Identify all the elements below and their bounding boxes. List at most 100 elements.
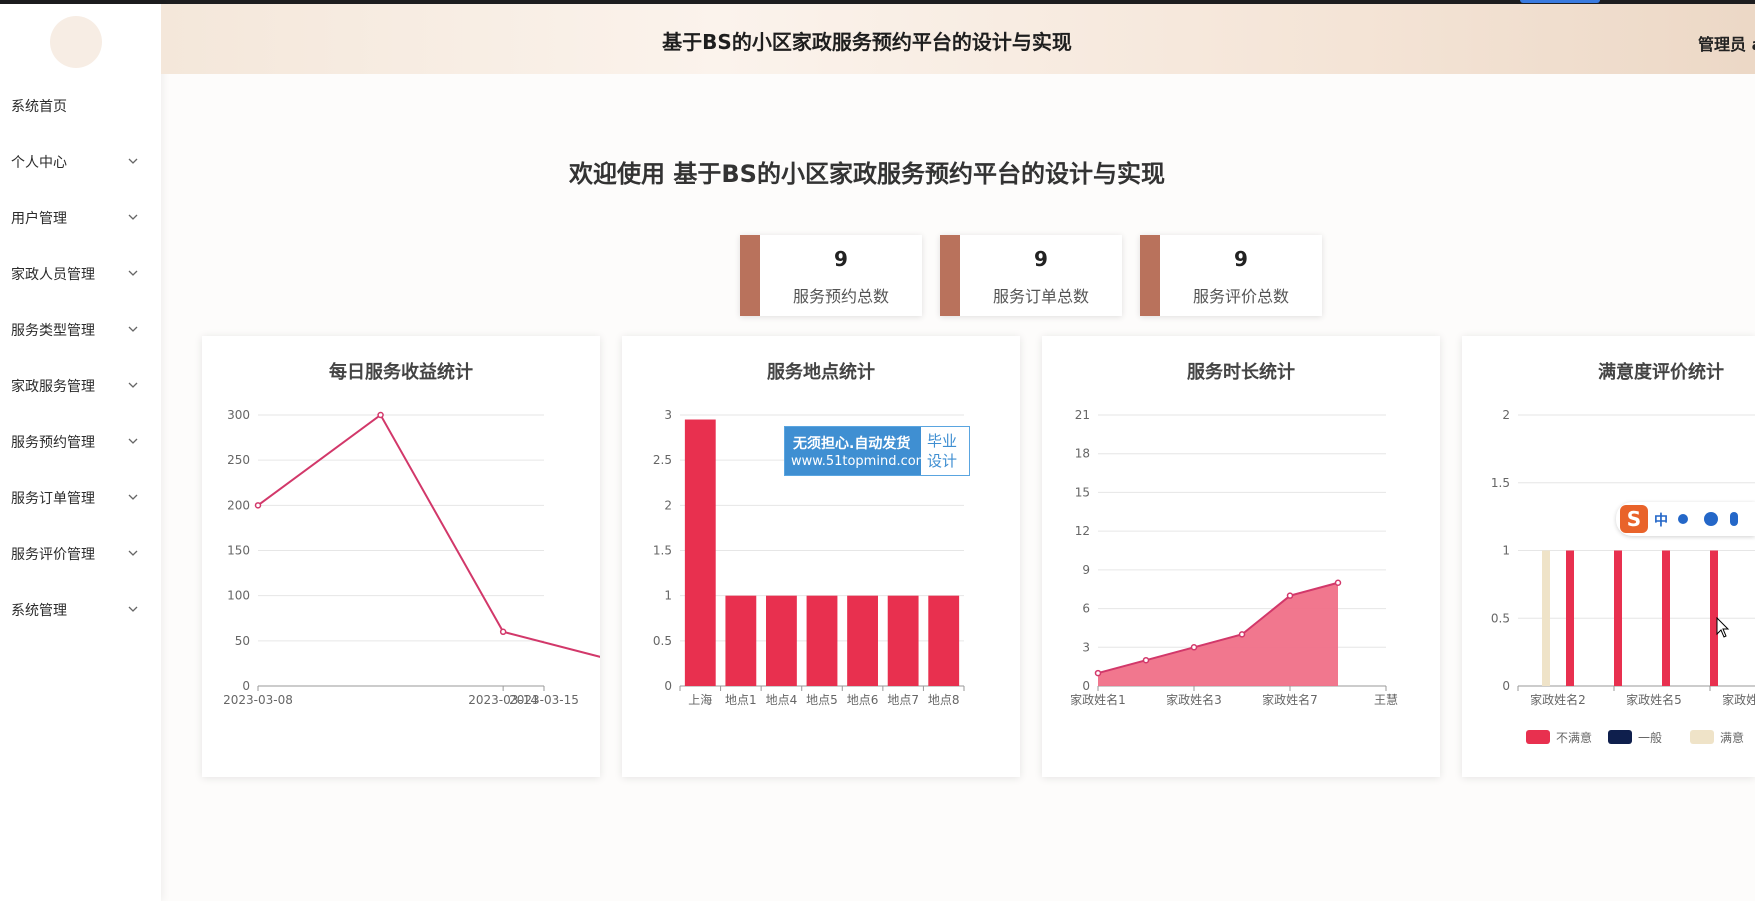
chevron-down-icon <box>128 606 138 612</box>
x-tick-label: 家政姓名3 <box>1166 692 1222 707</box>
sidebar-item-label: 服务订单管理 <box>11 491 95 507</box>
y-tick-label: 0.5 <box>653 634 672 648</box>
y-tick-label: 1.5 <box>1491 476 1510 490</box>
sidebar-item-9[interactable]: 系统管理 <box>0 582 161 638</box>
stat-value: 9 <box>834 247 848 271</box>
y-tick-label: 50 <box>235 634 250 648</box>
avatar <box>50 16 102 68</box>
x-tick-label: 王慧 <box>1374 692 1398 707</box>
chevron-down-icon <box>128 326 138 332</box>
stat-label: 服务订单总数 <box>992 287 1089 306</box>
ad-side: 毕业 设计 <box>921 427 969 475</box>
sidebar-item-label: 家政服务管理 <box>11 379 95 395</box>
sidebar-item-7[interactable]: 服务订单管理 <box>0 470 161 526</box>
chevron-down-icon <box>128 494 138 500</box>
y-tick-label: 150 <box>227 544 250 558</box>
sidebar-item-6[interactable]: 服务预约管理 <box>0 414 161 470</box>
sidebar-item-5[interactable]: 家政服务管理 <box>0 358 161 414</box>
legend-label: 一般 <box>1638 730 1662 745</box>
data-point <box>499 628 507 636</box>
chevron-down-icon <box>128 438 138 444</box>
y-tick-label: 1 <box>664 589 672 603</box>
series-line <box>257 413 600 658</box>
chevron-down-icon <box>128 214 138 220</box>
y-tick-label: 300 <box>227 408 250 422</box>
chevron-down-icon <box>128 270 138 276</box>
sidebar-item-label: 系统管理 <box>11 603 67 619</box>
punctuation-icon[interactable] <box>1678 514 1688 524</box>
bar <box>1614 550 1622 686</box>
bar <box>1662 550 1670 686</box>
user-menu[interactable]: 管理员 a <box>1698 31 1755 55</box>
x-tick-label: 2023-03-15 <box>509 693 579 707</box>
y-tick-label: 9 <box>1082 563 1090 577</box>
sidebar-item-3[interactable]: 家政人员管理 <box>0 246 161 302</box>
stat-label: 服务评价总数 <box>1192 287 1289 306</box>
data-point <box>1334 579 1342 587</box>
data-point <box>254 502 262 509</box>
duration-area-chart: 0 3 6 9 12 15 18 21 家政姓名1 家政姓名3 家政姓名7 王慧 <box>1070 408 1398 707</box>
data-point <box>377 411 384 419</box>
bar <box>887 595 919 686</box>
sidebar-item-2[interactable]: 用户管理 <box>0 190 161 246</box>
x-tick-label: 2023-03-08 <box>223 693 293 707</box>
bar <box>847 595 878 686</box>
y-tick-label: 12 <box>1075 524 1090 538</box>
sidebar-item-label: 系统首页 <box>11 99 67 115</box>
mouse-cursor-icon <box>1716 617 1730 638</box>
ime-mode[interactable]: 中 <box>1654 510 1668 530</box>
stat-accent-bar <box>940 235 960 316</box>
data-point <box>1238 631 1246 638</box>
y-tick-label: 0 <box>242 679 250 693</box>
sidebar-item-4[interactable]: 服务类型管理 <box>0 302 161 358</box>
x-tick-label: 地点8 <box>928 693 960 707</box>
emoji-icon[interactable] <box>1704 512 1718 526</box>
y-tick-label: 0 <box>664 679 672 693</box>
bar <box>766 595 797 686</box>
sidebar-item-label: 用户管理 <box>11 211 67 227</box>
x-tick-label: 地点1 <box>725 693 757 707</box>
ime-toolbar[interactable]: S 中 <box>1616 502 1755 536</box>
sogou-logo-icon: S <box>1620 505 1648 533</box>
sidebar-item-1[interactable]: 个人中心 <box>0 134 161 190</box>
bar <box>725 595 757 686</box>
y-tick-label: 1.5 <box>653 544 672 558</box>
chart-card-revenue: 每日服务收益统计 0 50 100 150 200 250 300 2023-03-08 202… <box>202 336 600 777</box>
y-tick-label: 0 <box>1082 679 1090 693</box>
location-bar-chart: 0 0.5 1 1.5 2 2.5 3 上海 地点1 地点4 地点5 地点6 地点7 地点8 <box>653 408 965 707</box>
stat-card-orders: 9 服务订单总数 <box>940 235 1122 316</box>
y-tick-label: 2 <box>1502 408 1510 422</box>
satisfaction-bar-chart: 0 0.5 1 1.5 2 家政姓名2 家政姓名5 家政姓名6 不满意 一般 满意 <box>1491 408 1755 745</box>
sidebar-item-label: 家政人员管理 <box>11 267 95 283</box>
sidebar-item-0[interactable]: 系统首页 <box>0 78 161 134</box>
x-tick-label: 地点6 <box>847 693 879 707</box>
bar <box>928 595 960 686</box>
header: 基于BS的小区家政服务预约平台的设计与实现 管理员 a <box>161 4 1755 74</box>
chart-card-satisfaction: 满意度评价统计 00.511.52家政姓名2家政姓名5家政姓名6不满意一般满意 <box>1462 336 1755 777</box>
legend-swatch <box>1690 730 1714 744</box>
chevron-down-icon <box>128 158 138 164</box>
top-bar-button[interactable] <box>1520 0 1600 3</box>
watermark-ad[interactable]: 无须担心.自动发货 www.51topmind.com 毕业 设计 <box>784 426 970 476</box>
chevron-down-icon <box>128 382 138 388</box>
bar <box>1566 550 1574 686</box>
legend-swatch <box>1608 730 1632 744</box>
y-tick-label: 2 <box>664 498 672 512</box>
stat-card-reviews: 9 服务评价总数 <box>1140 235 1322 316</box>
y-tick-label: 0 <box>1502 679 1510 693</box>
ad-side-2: 设计 <box>927 452 958 470</box>
chevron-down-icon <box>128 550 138 556</box>
revenue-line-chart: 0501001502002503002023-03-08 2023-03-1420… <box>223 408 600 707</box>
ad-line-1: 无须担心.自动发货 <box>793 436 911 452</box>
y-tick-label: 3 <box>1082 640 1090 654</box>
stat-value: 9 <box>1034 247 1048 271</box>
bar <box>684 419 716 686</box>
x-tick-label: 家政姓名5 <box>1626 692 1682 707</box>
ad-line-2: www.51topmind.com <box>791 454 929 469</box>
y-tick-label: 250 <box>227 453 250 467</box>
y-tick-label: 1 <box>1502 544 1510 558</box>
data-point <box>1190 644 1198 651</box>
stat-label: 服务预约总数 <box>792 287 889 306</box>
sidebar-item-8[interactable]: 服务评价管理 <box>0 526 161 582</box>
microphone-icon[interactable] <box>1730 512 1738 526</box>
